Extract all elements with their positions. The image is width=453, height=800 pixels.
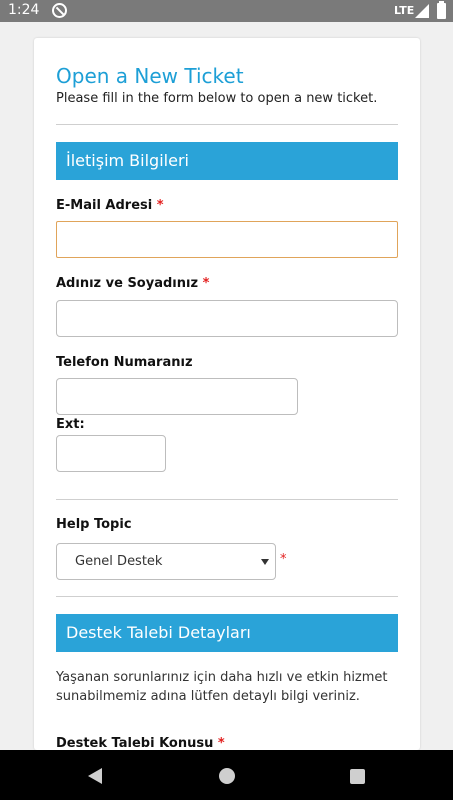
email-label-text: E-Mail Adresi bbox=[56, 198, 153, 213]
status-bar: 1:24 LTE bbox=[0, 0, 453, 22]
back-icon[interactable] bbox=[88, 768, 102, 784]
page-title: Open a New Ticket bbox=[56, 64, 244, 88]
status-time: 1:24 bbox=[8, 2, 40, 18]
required-mark: * bbox=[280, 552, 287, 567]
ext-input[interactable] bbox=[56, 435, 166, 472]
ticket-details-section-header: Destek Talebi Detayları bbox=[56, 614, 398, 652]
email-input[interactable] bbox=[56, 221, 398, 258]
help-topic-value: Genel Destek bbox=[75, 554, 163, 569]
required-mark: * bbox=[217, 736, 225, 750]
help-topic-select[interactable]: Genel Destek bbox=[56, 543, 276, 580]
divider bbox=[56, 499, 398, 500]
subject-label-text: Destek Talebi Konusu bbox=[56, 736, 214, 750]
email-label: E-Mail Adresi * bbox=[56, 198, 164, 213]
phone-label: Telefon Numaranız bbox=[56, 355, 193, 370]
ext-label: Ext: bbox=[56, 417, 85, 432]
help-topic-label: Help Topic bbox=[56, 517, 132, 532]
home-icon[interactable] bbox=[219, 768, 235, 784]
required-mark: * bbox=[156, 198, 164, 213]
name-label: Adınız ve Soyadınız * bbox=[56, 276, 209, 291]
do-not-disturb-icon bbox=[52, 3, 67, 18]
name-label-text: Adınız ve Soyadınız bbox=[56, 276, 199, 291]
subject-label: Destek Talebi Konusu * bbox=[56, 736, 225, 750]
battery-icon bbox=[437, 1, 446, 19]
divider bbox=[56, 124, 398, 125]
dropdown-arrow-icon bbox=[261, 559, 269, 565]
recent-apps-icon[interactable] bbox=[350, 769, 365, 784]
required-mark: * bbox=[202, 276, 210, 291]
details-description: Yaşanan sorunlarınız için daha hızlı ve … bbox=[56, 670, 388, 704]
signal-icon bbox=[415, 4, 429, 18]
phone-input[interactable] bbox=[56, 378, 298, 415]
page-subtitle: Please fill in the form below to open a … bbox=[56, 91, 378, 106]
name-input[interactable] bbox=[56, 300, 398, 337]
ticket-form-card: Open a New Ticket Please fill in the for… bbox=[34, 38, 420, 750]
divider bbox=[56, 596, 398, 597]
navigation-bar bbox=[0, 750, 453, 800]
network-type: LTE bbox=[394, 4, 415, 17]
contact-info-section-header: İletişim Bilgileri bbox=[56, 142, 398, 180]
